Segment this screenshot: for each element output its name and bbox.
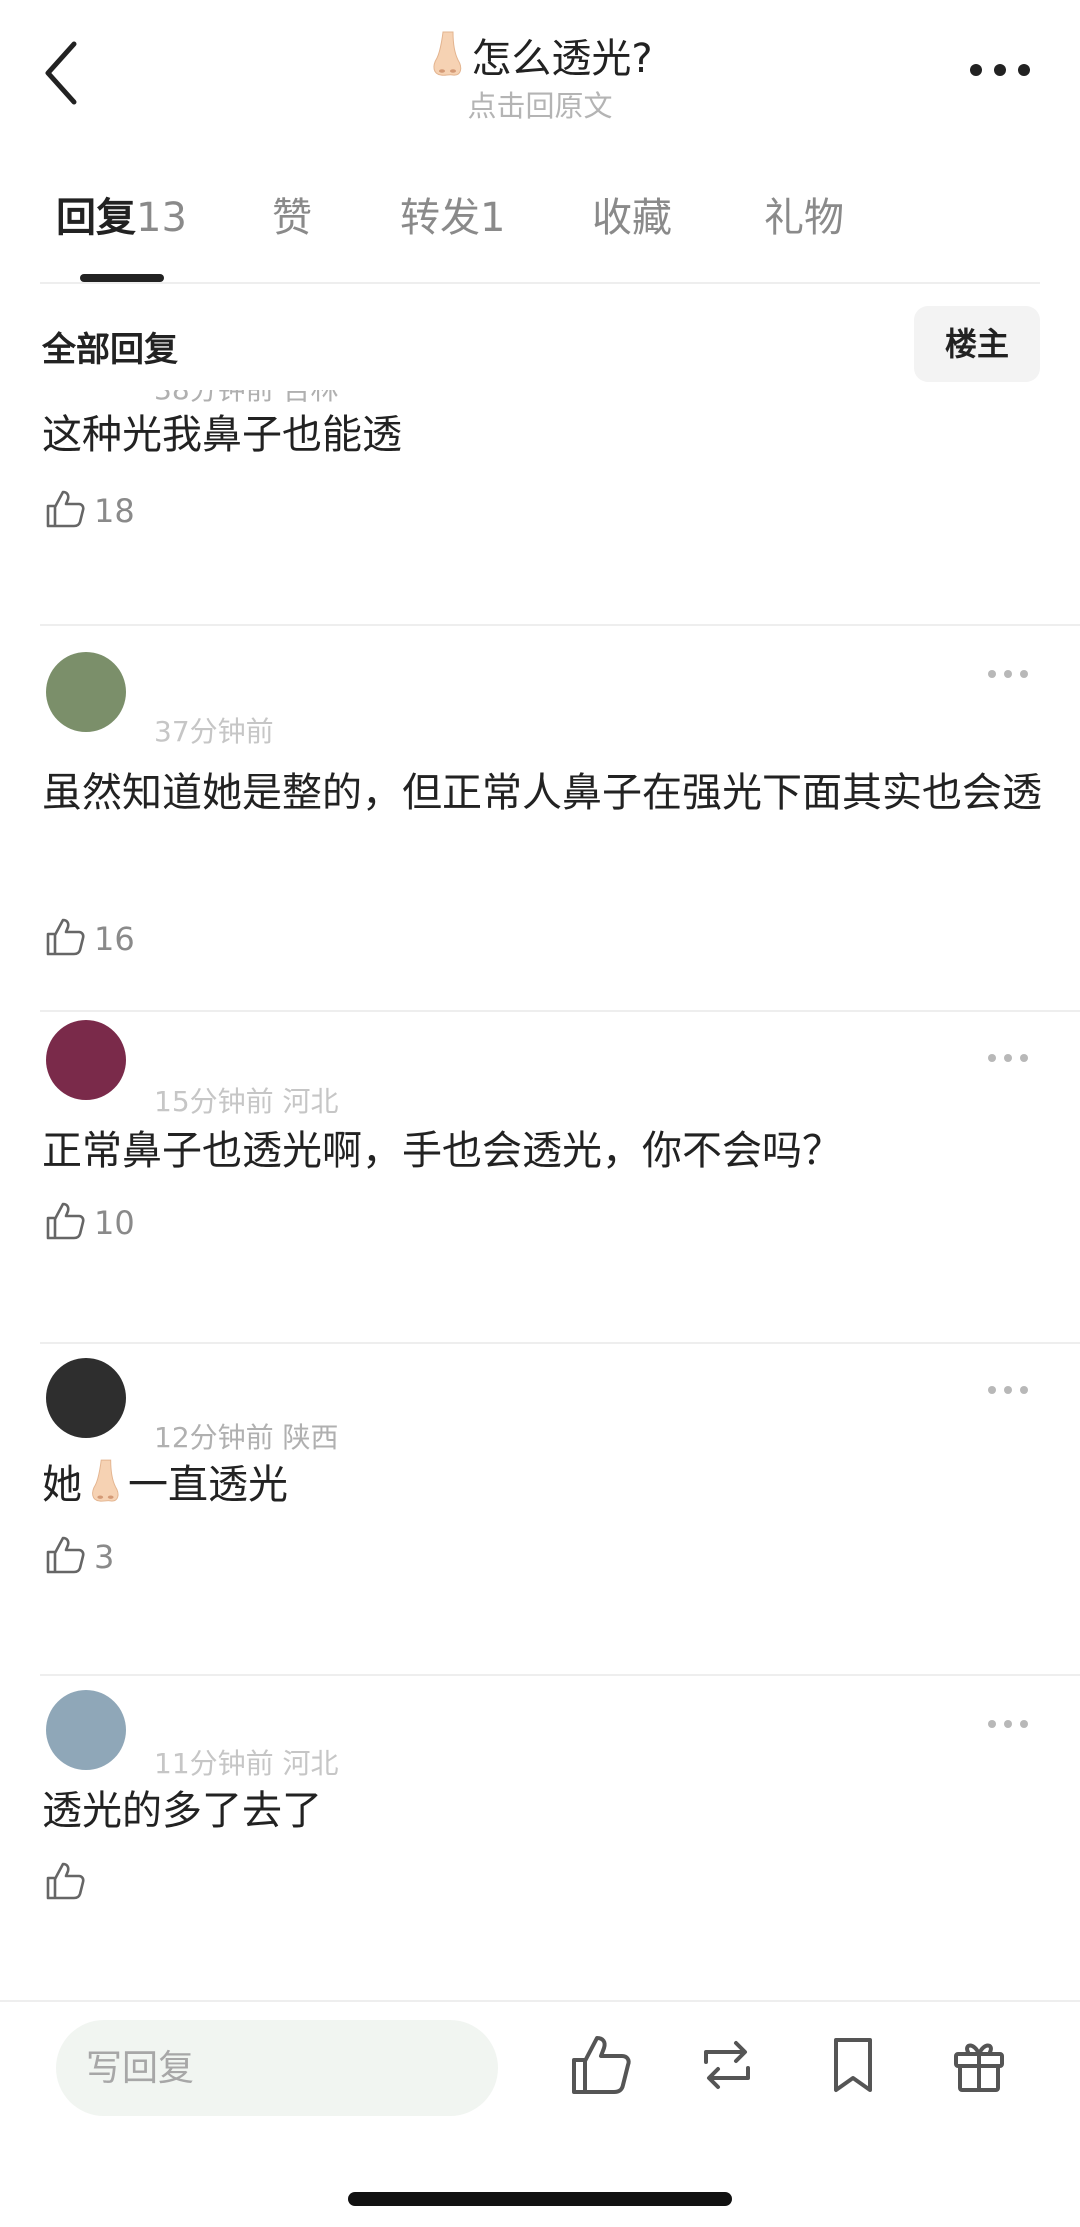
thumbs-up-icon: [46, 1536, 85, 1574]
thumbs-up-icon: [46, 490, 85, 528]
post-title-text: 怎么透光?: [471, 36, 653, 82]
comment-list: 38分钟前 吉林 这种光我鼻子也能透 18 37分钟前 虽然知道她是整的，但正常…: [0, 390, 1080, 2000]
comment-item: 12分钟前 陕西 她 一直透光 3: [40, 1344, 1080, 1676]
like-count: 3: [94, 1538, 115, 1576]
top-nav-bar: 怎么透光? 点击回原文: [0, 0, 1080, 140]
tab-gifts[interactable]: 礼物: [764, 190, 844, 246]
like-count: 10: [94, 1204, 135, 1242]
tab-likes[interactable]: 赞: [272, 190, 312, 246]
thumbs-up-icon: [46, 1202, 85, 1240]
post-title-block[interactable]: 怎么透光? 点击回原文: [0, 30, 1080, 125]
like-count: 16: [94, 920, 135, 958]
home-indicator: [348, 2192, 732, 2206]
gift-icon[interactable]: [944, 2030, 1014, 2100]
reply-filter-bar: 全部回复 楼主: [40, 300, 1040, 390]
comment-more-icon[interactable]: [988, 670, 1032, 680]
avatar[interactable]: [46, 1358, 126, 1438]
thumbs-up-icon: [46, 918, 85, 956]
comment-text: 透光的多了去了: [42, 1788, 322, 1834]
comment-item: 37分钟前 虽然知道她是整的，但正常人鼻子在强光下面其实也会透 16: [40, 626, 1080, 1012]
comment-more-icon[interactable]: [988, 1720, 1032, 1730]
comment-text: 虽然知道她是整的，但正常人鼻子在强光下面其实也会透: [42, 770, 1042, 816]
tab-favorites[interactable]: 收藏: [592, 190, 672, 246]
nose-emoji-icon: [433, 31, 462, 76]
divider: [40, 282, 1040, 284]
thumbs-up-icon: [46, 1862, 85, 1900]
nose-emoji-icon: [92, 1459, 119, 1502]
reply-input[interactable]: [56, 2020, 498, 2116]
comment-more-icon[interactable]: [988, 1054, 1032, 1064]
comment-meta: 37分钟前: [154, 715, 274, 748]
like-count: 18: [94, 492, 135, 530]
repost-icon[interactable]: [692, 2030, 762, 2100]
avatar[interactable]: [46, 1690, 126, 1770]
comment-more-icon[interactable]: [988, 1386, 1032, 1396]
comment-item: 11分钟前 河北 透光的多了去了: [40, 1676, 1080, 2000]
comment-item: 15分钟前 河北 正常鼻子也透光啊，手也会透光，你不会吗？ 10: [40, 1010, 1080, 1344]
owner-only-button[interactable]: 楼主: [914, 306, 1040, 382]
thumbs-up-icon[interactable]: [566, 2030, 636, 2100]
bookmark-icon[interactable]: [818, 2030, 888, 2100]
comment-meta: 15分钟前 河北: [154, 1085, 339, 1118]
avatar[interactable]: [46, 652, 126, 732]
back-to-original-link[interactable]: 点击回原文: [0, 87, 1080, 125]
active-tab-indicator: [80, 274, 164, 282]
all-replies-label: 全部回复: [42, 330, 178, 370]
comment-text: 这种光我鼻子也能透: [42, 412, 402, 458]
divider: [0, 2000, 1080, 2002]
avatar[interactable]: [46, 1020, 126, 1100]
comment-text: 她 一直透光: [42, 1450, 1042, 1520]
post-title: 怎么透光?: [0, 30, 1080, 85]
comment-item: 这种光我鼻子也能透 18: [40, 390, 1080, 630]
tab-replies[interactable]: 回复13: [56, 190, 187, 246]
tab-reposts[interactable]: 转发1: [400, 190, 505, 246]
comment-text: 正常鼻子也透光啊，手也会透光，你不会吗？: [42, 1128, 842, 1174]
more-icon[interactable]: [970, 64, 1030, 78]
